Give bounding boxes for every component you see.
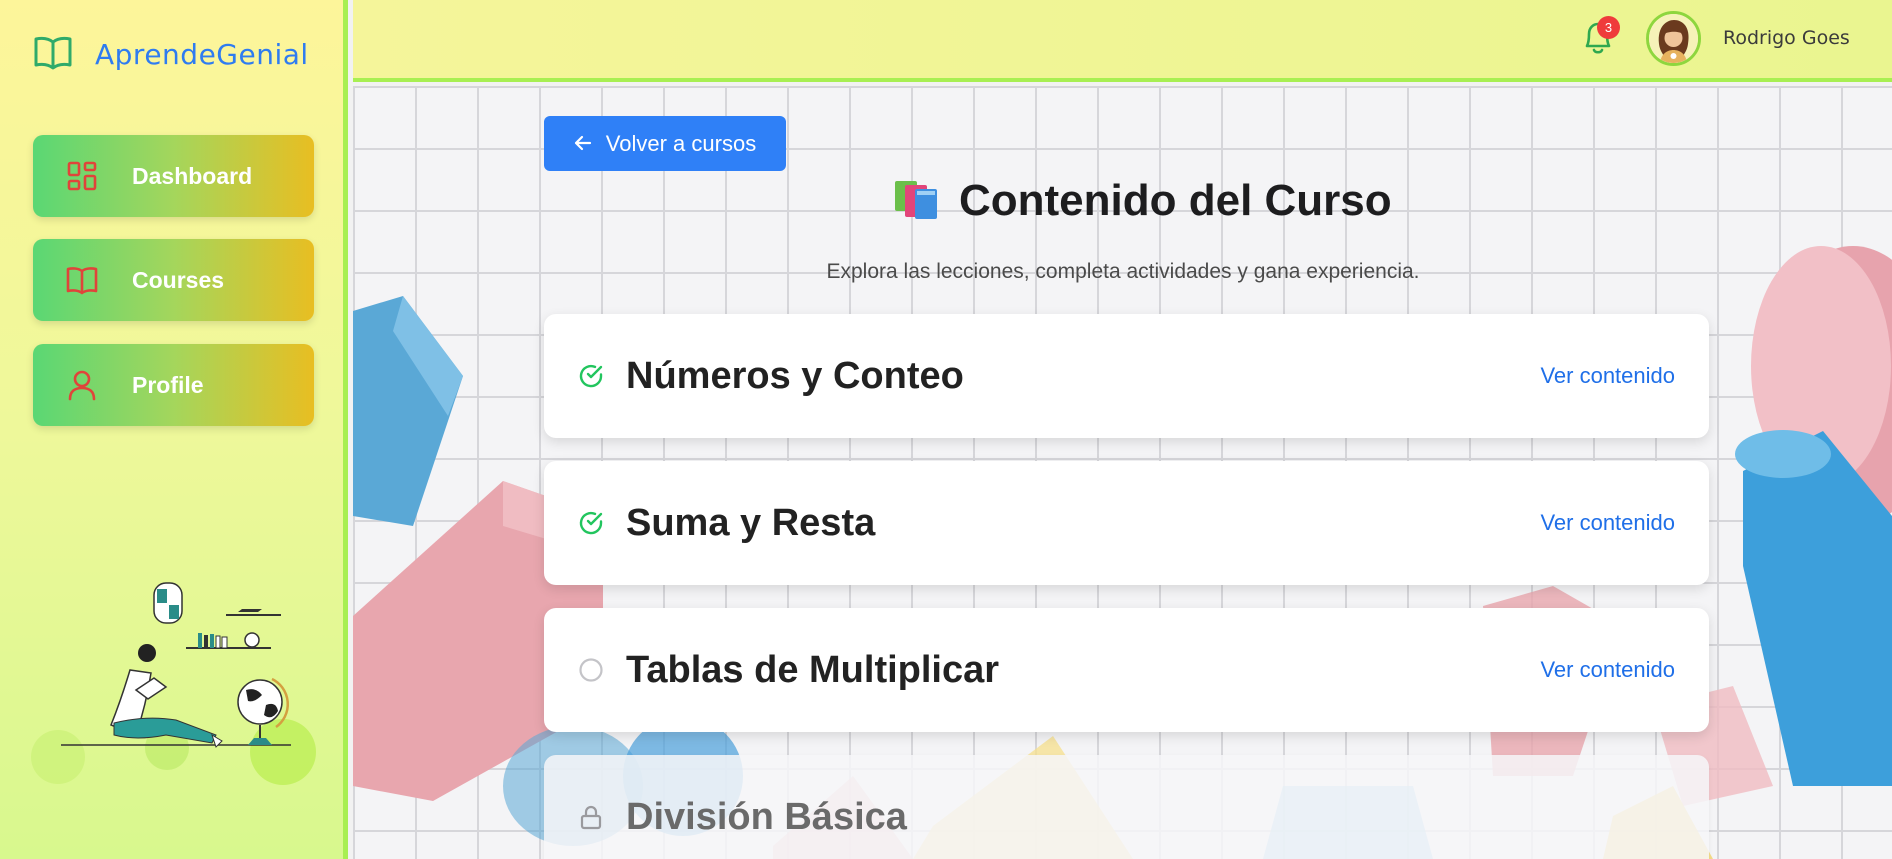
arrow-left-icon xyxy=(574,131,592,157)
lesson-card: Números y Conteo Ver contenido xyxy=(544,314,1709,438)
page-subtitle: Explora las lecciones, completa activida… xyxy=(826,260,1420,283)
user-name[interactable]: Rodrigo Goes xyxy=(1723,27,1850,49)
top-bar: 3 Rodrigo Goes xyxy=(353,0,1892,82)
view-content-link[interactable]: Ver contenido xyxy=(1540,510,1675,536)
page-title: Contenido del Curso xyxy=(959,176,1392,225)
lesson-card: Tablas de Multiplicar Ver contenido xyxy=(544,608,1709,732)
check-circle-icon xyxy=(578,363,604,389)
page-title-row: Contenido del Curso xyxy=(893,176,1392,226)
sidebar-item-profile[interactable]: Profile xyxy=(33,344,314,426)
empty-circle-icon xyxy=(578,657,604,683)
app-logo[interactable]: AprendeGenial xyxy=(33,34,309,75)
lesson-card: Suma y Resta Ver contenido xyxy=(544,461,1709,585)
view-content-link[interactable]: Ver contenido xyxy=(1540,657,1675,683)
view-content-link[interactable]: Ver contenido xyxy=(1540,363,1675,389)
sidebar-item-label: Courses xyxy=(132,266,225,293)
sidebar-item-label: Profile xyxy=(132,371,204,398)
back-button-label: Volver a cursos xyxy=(605,130,757,156)
sidebar-item-courses[interactable]: Courses xyxy=(33,239,314,321)
course-content-area: Volver a cursos Contenido del Curso Expl… xyxy=(353,86,1892,859)
notification-count-badge: 3 xyxy=(1597,16,1620,39)
lock-icon xyxy=(578,804,604,830)
sidebar-item-label: Dashboard xyxy=(132,162,253,189)
books-emoji-icon xyxy=(893,177,941,226)
lesson-title: Tablas de Multiplicar xyxy=(626,648,1000,691)
lesson-title: Suma y Resta xyxy=(626,501,876,544)
user-icon xyxy=(65,368,99,402)
lesson-title: Números y Conteo xyxy=(626,354,964,397)
lesson-card-locked: División Básica xyxy=(544,755,1709,859)
sidebar-item-dashboard[interactable]: Dashboard xyxy=(33,135,314,217)
open-book-icon xyxy=(33,34,73,75)
avatar[interactable] xyxy=(1646,11,1701,66)
lesson-title: División Básica xyxy=(626,795,907,838)
sidebar: AprendeGenial Dashboard Courses Profile xyxy=(0,0,348,859)
dashboard-grid-icon xyxy=(65,159,99,193)
back-to-courses-button[interactable]: Volver a cursos xyxy=(544,116,786,171)
book-icon xyxy=(65,263,99,297)
reading-person-illustration xyxy=(26,575,326,795)
check-circle-icon xyxy=(578,510,604,536)
app-name: AprendeGenial xyxy=(95,38,309,71)
